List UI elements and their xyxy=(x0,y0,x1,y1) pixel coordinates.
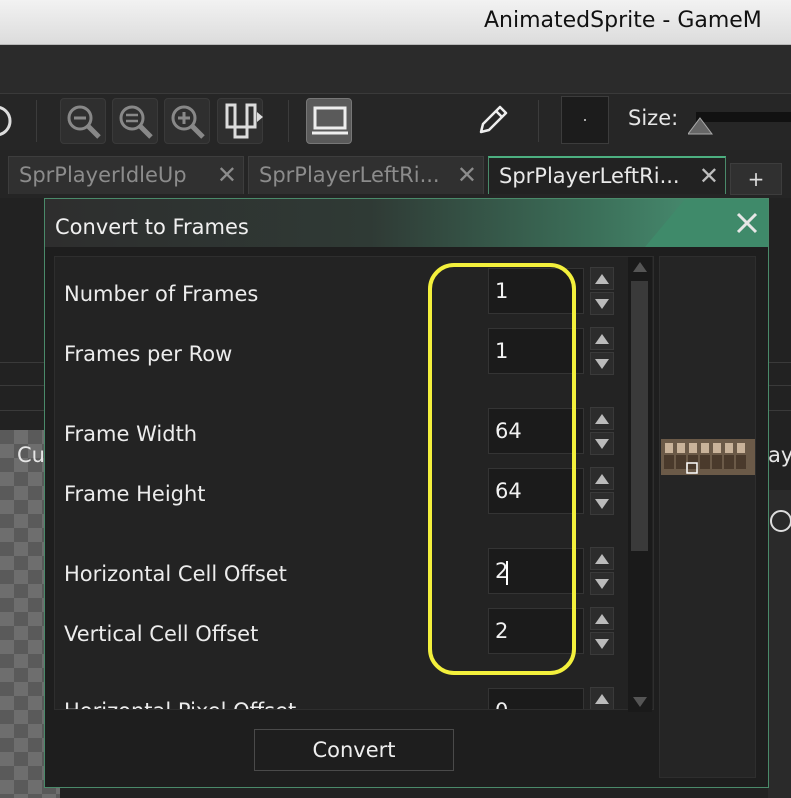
fields-scrollbar[interactable] xyxy=(628,257,652,712)
horizontal-cell-offset-input[interactable] xyxy=(488,548,584,594)
menu-bar xyxy=(0,45,791,93)
frame-width-input[interactable] xyxy=(488,408,584,454)
tab-sprplayerleftri-1[interactable]: SprPlayerLeftRi... ✕ xyxy=(248,156,484,194)
dialog-title: Convert to Frames xyxy=(55,215,249,239)
partial-circle-icon[interactable] xyxy=(0,100,14,142)
arrow-up-icon[interactable] xyxy=(590,267,614,290)
window-titlebar: AnimatedSprite - GameM xyxy=(0,0,791,45)
number-of-frames-spinner[interactable] xyxy=(590,267,614,315)
fields-panel: Number of Frames Frames per Row Frame Wi… xyxy=(54,256,654,710)
tab-close-icon[interactable]: ✕ xyxy=(217,161,237,189)
frames-preview-panel xyxy=(659,256,756,778)
close-icon[interactable] xyxy=(735,211,759,235)
scrollbar-thumb[interactable] xyxy=(631,281,648,551)
number-of-frames-input[interactable] xyxy=(488,268,584,314)
zoom-out-button[interactable] xyxy=(60,98,106,144)
frame-width-label: Frame Width xyxy=(64,422,198,446)
number-of-frames-label: Number of Frames xyxy=(64,282,259,306)
background-text-right: ay xyxy=(768,443,791,467)
toolbar-separator xyxy=(288,100,289,142)
arrow-down-icon[interactable] xyxy=(590,292,614,315)
zoom-in-button[interactable] xyxy=(164,98,210,144)
brush-preview[interactable] xyxy=(561,96,609,144)
frame-height-label: Frame Height xyxy=(64,482,206,506)
tab-close-icon[interactable]: ✕ xyxy=(457,161,477,189)
frame-width-spinner[interactable] xyxy=(590,407,614,455)
display-mode-button[interactable] xyxy=(306,98,352,144)
tab-label: SprPlayerLeftRi... xyxy=(259,163,440,187)
toolbar-separator xyxy=(538,100,539,142)
zoom-in-icon xyxy=(171,105,205,139)
size-label: Size: xyxy=(628,106,679,130)
vertical-cell-offset-label: Vertical Cell Offset xyxy=(64,622,259,646)
horizontal-cell-offset-label: Horizontal Cell Offset xyxy=(64,562,287,586)
arrow-up-icon[interactable] xyxy=(590,687,614,709)
right-panel xyxy=(768,490,791,798)
arrow-down-icon[interactable] xyxy=(590,572,614,595)
convert-button[interactable]: Convert xyxy=(254,729,454,771)
frames-per-row-input[interactable] xyxy=(488,328,584,374)
arrow-up-icon[interactable] xyxy=(590,467,614,490)
tab-sprplayerleftri-active[interactable]: SprPlayerLeftRi... ✕ xyxy=(488,156,726,194)
arrow-down-icon[interactable] xyxy=(590,432,614,455)
dialog-header[interactable]: Convert to Frames xyxy=(45,199,768,247)
frames-per-row-label: Frames per Row xyxy=(64,342,233,366)
slider-handle-icon[interactable] xyxy=(688,114,718,140)
tab-sprplayeridleup[interactable]: SprPlayerIdleUp ✕ xyxy=(8,156,244,194)
frames-per-row-spinner[interactable] xyxy=(590,327,614,375)
add-tab-button[interactable]: + xyxy=(730,163,782,195)
frame-height-spinner[interactable] xyxy=(590,467,614,515)
scroll-down-icon[interactable] xyxy=(632,696,648,708)
menu-circle-icon[interactable] xyxy=(770,510,791,532)
window-title: AnimatedSprite - GameM xyxy=(484,8,762,33)
arrow-up-icon[interactable] xyxy=(590,607,614,630)
arrow-down-icon[interactable] xyxy=(590,632,614,655)
arrow-up-icon[interactable] xyxy=(590,547,614,570)
fit-view-button[interactable] xyxy=(217,98,263,144)
toolbar-separator xyxy=(36,100,37,142)
zoom-reset-button[interactable] xyxy=(112,98,158,144)
vertical-cell-offset-input[interactable] xyxy=(488,608,584,654)
arrow-up-icon[interactable] xyxy=(590,407,614,430)
scroll-up-icon[interactable] xyxy=(632,261,648,273)
vertical-cell-offset-spinner[interactable] xyxy=(590,607,614,655)
background-text-left: Cu xyxy=(17,443,45,467)
convert-to-frames-dialog: Convert to Frames Number of Frames Frame… xyxy=(44,198,769,788)
monitor-icon xyxy=(312,106,348,135)
size-slider[interactable] xyxy=(688,112,791,135)
arrow-down-icon[interactable] xyxy=(590,352,614,375)
zoom-out-icon xyxy=(67,105,101,139)
sprite-strip-preview xyxy=(661,439,755,475)
horizontal-pixel-offset-spinner[interactable] xyxy=(590,687,614,709)
arrow-down-icon[interactable] xyxy=(590,492,614,515)
fit-view-icon xyxy=(225,103,263,139)
tab-close-icon[interactable]: ✕ xyxy=(699,162,719,190)
horizontal-cell-offset-spinner[interactable] xyxy=(590,547,614,595)
tab-label: SprPlayerLeftRi... xyxy=(499,164,680,188)
pencil-icon xyxy=(479,105,508,134)
pencil-button[interactable] xyxy=(474,102,510,138)
zoom-reset-icon xyxy=(119,105,153,139)
tab-label: SprPlayerIdleUp xyxy=(19,163,187,187)
frame-height-input[interactable] xyxy=(488,468,584,514)
horizontal-pixel-offset-input[interactable] xyxy=(488,688,584,709)
arrow-up-icon[interactable] xyxy=(590,327,614,350)
horizontal-pixel-offset-label: Horizontal Pixel Offset xyxy=(64,699,296,709)
text-caret xyxy=(506,561,508,585)
